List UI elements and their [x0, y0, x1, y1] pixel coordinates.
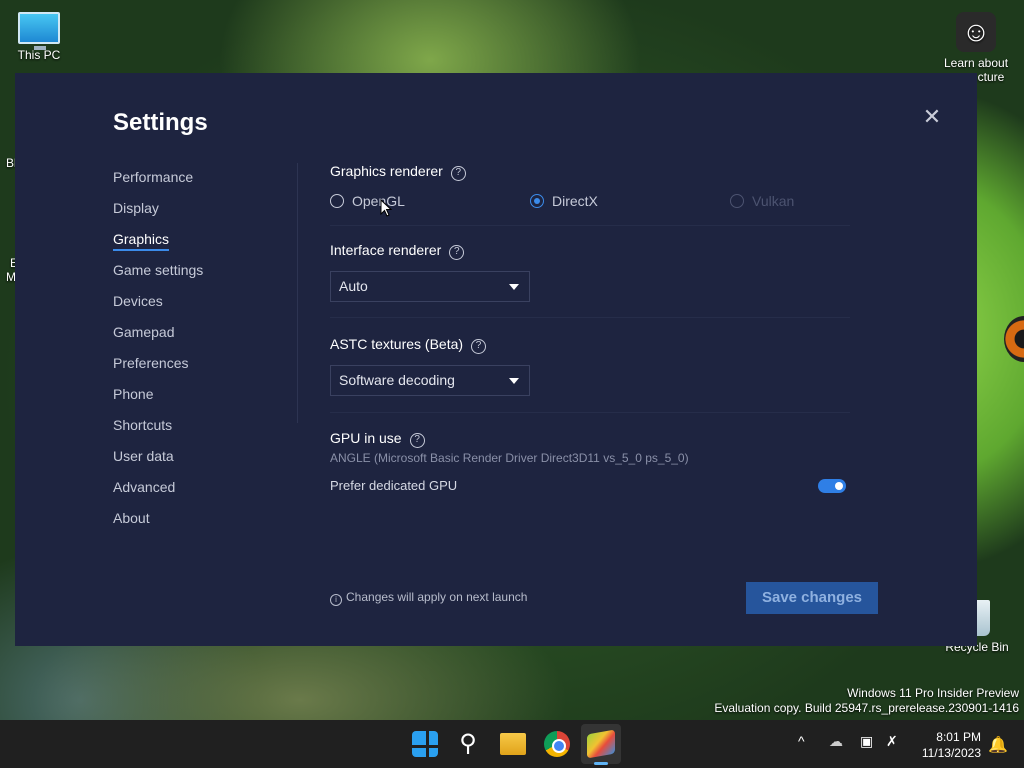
- interface-renderer-select[interactable]: Auto: [330, 271, 530, 302]
- restart-note: i Changes will apply on next launch: [330, 590, 527, 606]
- interface-renderer-heading: Interface renderer?: [330, 242, 465, 260]
- section-divider: [330, 412, 850, 413]
- taskbar-running-indicator: [594, 762, 608, 765]
- chevron-up-icon[interactable]: ^: [798, 733, 805, 749]
- nav-item-label: Devices: [113, 293, 163, 309]
- select-value: Software decoding: [339, 372, 455, 388]
- windows-watermark: Windows 11 Pro Insider Preview Evaluatio…: [714, 686, 1019, 716]
- settings-nav: Performance Display Graphics Game settin…: [113, 169, 203, 541]
- section-divider: [330, 225, 850, 226]
- bluestacks-icon[interactable]: [587, 729, 615, 759]
- nav-item-label: Graphics: [113, 231, 170, 251]
- file-explorer-icon[interactable]: [500, 733, 526, 755]
- nav-item-label: Phone: [113, 386, 154, 402]
- prefer-dedicated-gpu-label: Prefer dedicated GPU: [330, 478, 458, 493]
- monitor-icon: [18, 12, 60, 50]
- watermark-line2: Evaluation copy. Build 25947.rs_prerelea…: [714, 701, 1019, 715]
- gpu-in-use-heading: GPU in use?: [330, 430, 425, 448]
- nav-item-label: Performance: [113, 169, 194, 185]
- section-title: Graphics renderer: [330, 163, 443, 179]
- nav-item-label: Game settings: [113, 262, 204, 278]
- search-icon[interactable]: ⚲: [452, 728, 484, 760]
- select-value: Auto: [339, 278, 368, 294]
- start-icon[interactable]: [412, 731, 438, 757]
- radio-circle-icon: [530, 194, 544, 208]
- gpu-name: ANGLE (Microsoft Basic Render Driver Dir…: [330, 451, 689, 465]
- nav-item-label: User data: [113, 448, 174, 464]
- desktop-icon-label: This PC: [17, 48, 61, 62]
- nav-item-game-settings[interactable]: Game settings: [113, 262, 203, 293]
- nav-item-label: About: [113, 510, 150, 526]
- nav-item-gamepad[interactable]: Gamepad: [113, 324, 203, 355]
- nav-item-about[interactable]: About: [113, 510, 203, 541]
- help-icon[interactable]: ?: [449, 245, 465, 260]
- nav-item-advanced[interactable]: Advanced: [113, 479, 203, 510]
- nav-item-label: Preferences: [113, 355, 189, 371]
- nav-item-label: Shortcuts: [113, 417, 173, 433]
- section-title: Interface renderer: [330, 242, 442, 258]
- nav-item-graphics[interactable]: Graphics: [113, 231, 203, 262]
- nav-divider: [297, 163, 298, 423]
- clock-time: 8:01 PM: [936, 730, 981, 744]
- radio-label: OpenGL: [352, 193, 405, 209]
- nav-item-preferences[interactable]: Preferences: [113, 355, 203, 386]
- toggle-knob: [835, 482, 843, 490]
- note-text: Changes will apply on next launch: [346, 590, 528, 604]
- network-icon[interactable]: ▣: [860, 733, 873, 750]
- section-title: ASTC textures (Beta): [330, 336, 464, 352]
- nav-item-label: Advanced: [113, 479, 176, 495]
- nav-item-performance[interactable]: Performance: [113, 169, 203, 200]
- info-icon: i: [330, 594, 342, 606]
- nav-item-shortcuts[interactable]: Shortcuts: [113, 417, 203, 448]
- astc-textures-select[interactable]: Software decoding: [330, 365, 530, 396]
- help-icon[interactable]: ?: [471, 339, 487, 354]
- settings-window: Settings ✕ Performance Display Graphics …: [15, 73, 977, 646]
- nav-item-user-data[interactable]: User data: [113, 448, 203, 479]
- radio-vulkan: Vulkan: [730, 193, 794, 209]
- page-title: Settings: [113, 109, 208, 136]
- radio-circle-icon: [330, 194, 344, 208]
- radio-opengl[interactable]: OpenGL: [330, 193, 405, 209]
- taskbar-clock[interactable]: 8:01 PM 11/13/2023: [922, 729, 981, 761]
- volume-muted-icon[interactable]: ✗: [886, 733, 898, 750]
- nav-item-display[interactable]: Display: [113, 200, 203, 231]
- help-icon[interactable]: ?: [450, 166, 466, 181]
- section-divider: [330, 317, 850, 318]
- nav-item-label: Display: [113, 200, 159, 216]
- close-icon: ✕: [922, 104, 942, 129]
- astc-textures-heading: ASTC textures (Beta)?: [330, 336, 487, 354]
- mouse-cursor-icon: [380, 199, 392, 217]
- graphics-renderer-heading: Graphics renderer?: [330, 163, 466, 181]
- desktop-icon-label-line1: Learn about: [943, 56, 1009, 70]
- radio-directx[interactable]: DirectX: [530, 193, 598, 209]
- desktop-icon-this-pc[interactable]: This PC: [14, 12, 64, 62]
- chevron-down-icon: [509, 378, 519, 384]
- radio-label: Vulkan: [752, 193, 795, 209]
- radio-label: DirectX: [552, 193, 598, 209]
- nav-item-label: Gamepad: [113, 324, 175, 340]
- watermark-line1: Windows 11 Pro Insider Preview: [847, 686, 1019, 700]
- save-changes-button[interactable]: Save changes: [746, 582, 878, 614]
- nav-item-phone[interactable]: Phone: [113, 386, 203, 417]
- clock-date: 11/13/2023: [921, 746, 981, 760]
- radio-circle-icon: [730, 194, 744, 208]
- help-icon[interactable]: ?: [409, 433, 425, 448]
- onedrive-icon[interactable]: ☁: [829, 733, 843, 750]
- close-button[interactable]: ✕: [922, 104, 942, 129]
- section-title: GPU in use: [330, 430, 402, 446]
- notification-bell-icon[interactable]: 🔔: [988, 735, 1008, 754]
- prefer-dedicated-gpu-toggle[interactable]: [818, 479, 846, 493]
- chrome-icon[interactable]: [544, 731, 570, 757]
- chevron-down-icon: [509, 284, 519, 290]
- nav-item-devices[interactable]: Devices: [113, 293, 203, 324]
- learn-about-picture-icon: ☺: [956, 12, 996, 52]
